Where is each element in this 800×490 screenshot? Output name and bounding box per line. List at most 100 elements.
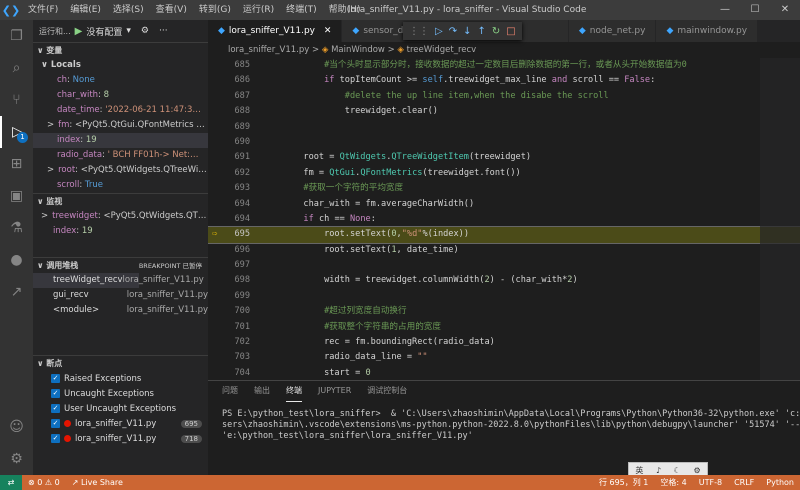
more-icon[interactable]: ··· [159,26,168,36]
breadcrumb-file[interactable]: lora_sniffer_V11.py [228,45,309,55]
locals-scope[interactable]: ∨ Locals [33,58,208,73]
ime-button[interactable]: 英 [635,465,643,476]
checkbox-icon[interactable]: ✓ [51,434,60,443]
code-line[interactable]: 700 #超过列宽度自动换行 [208,304,800,319]
menu-item[interactable]: 文件(F) [22,0,64,20]
code-line[interactable]: 688 treewidget.clear() [208,104,800,119]
eol[interactable]: CRLF [728,475,760,490]
callstack-frame[interactable]: <module> lora_sniffer_V11.py [33,303,208,318]
code-line[interactable]: 689 [208,120,800,135]
code-line[interactable]: 696 root.setText(1, date_time) [208,243,800,258]
code-line[interactable]: 687 #delete the up line item,when the di… [208,89,800,104]
gear-icon[interactable]: ⚙ [141,26,149,36]
variables-section-header[interactable]: ∨ 变量 [33,42,208,58]
step-over-icon[interactable]: ↷ [449,26,457,37]
minimap[interactable] [760,58,800,380]
extensions-icon[interactable]: ⊞ [0,148,33,180]
breakpoint-item[interactable]: ✓ Uncaught Exceptions [33,386,208,401]
code-line[interactable]: 702 rec = fm.boundingRect(radio_data) [208,335,800,350]
editor-tab[interactable]: ◆ mainwindow.py [656,20,759,42]
breadcrumb-method[interactable]: treeWidget_recv [407,45,477,55]
menu-item[interactable]: 编辑(E) [64,0,107,20]
menu-item[interactable]: 终端(T) [280,0,323,20]
watch-section-header[interactable]: ∨ 监视 [33,193,208,209]
continue-icon[interactable]: ▷ [435,26,443,37]
encoding[interactable]: UTF-8 [693,475,728,490]
watch-row[interactable]: > treewidget: <PyQt5.QtWidgets.QT… [33,209,208,224]
search-icon[interactable]: ⌕ [0,52,33,84]
restart-icon[interactable]: ↻ [492,26,500,37]
code-line[interactable]: ⇨ 695 root.setText(0,"%d"%(index)) [208,226,800,244]
maximize-button[interactable]: ☐ [740,0,770,20]
callstack-section-header[interactable]: ∨ 调用堆栈 BREAKPOINT 已暂停 [33,257,208,273]
minimize-button[interactable]: — [710,0,740,20]
ime-button[interactable]: ☾ [674,466,681,475]
expand-chevron-icon[interactable]: > [47,120,54,130]
ime-button[interactable]: ♪ [656,466,661,475]
code-line[interactable]: 686 if topItemCount >= self.treewidget_m… [208,73,800,88]
code-line[interactable]: 698 width = treewidget.columnWidth(2) - … [208,273,800,288]
code-line[interactable]: 692 fm = QtGui.QFontMetrics(treewidget.f… [208,166,800,181]
code-line[interactable]: 694 char_with = fm.averageCharWidth() [208,197,800,212]
expand-chevron-icon[interactable]: > [41,211,48,221]
live-share-icon[interactable]: ↗ [0,276,33,308]
callstack-frame[interactable]: treeWidget_recv lora_sniffer_V11.py [33,273,204,288]
breakpoint-item[interactable]: ✓ lora_sniffer_V11.py 718 [33,431,208,446]
cursor-position[interactable]: 行 695，列 1 [593,475,654,490]
chevron-down-icon[interactable]: ▾ [126,26,131,36]
editor-tab[interactable]: ◆ lora_sniffer_V11.py ✕ [208,20,343,42]
code-line[interactable]: 693 #获取一个字符的平均宽度 [208,181,800,196]
breadcrumb-class[interactable]: MainWindow [331,45,385,55]
panel-tab[interactable]: 输出 [254,381,270,401]
stop-icon[interactable]: □ [506,26,515,37]
code-line[interactable]: 691 root = QtWidgets.QTreeWidgetItem(tre… [208,150,800,165]
variable-row[interactable]: index: 19 [33,133,208,148]
indentation[interactable]: 空格: 4 [654,475,692,490]
step-into-icon[interactable]: ↓ [463,26,471,37]
debug-config-select[interactable]: 没有配置 [86,25,122,38]
problems-count[interactable]: ⊗ 0 ⚠ 0 [22,475,66,490]
code-line[interactable]: 701 #获取整个字符串的占用的宽度 [208,320,800,335]
close-tab-icon[interactable]: ✕ [321,26,332,36]
expand-chevron-icon[interactable]: > [47,165,54,175]
ime-button[interactable]: ⚙ [693,466,700,475]
close-button[interactable]: ✕ [770,0,800,20]
code-line[interactable]: 703 radio_data_line = "" [208,350,800,365]
code-line[interactable]: 685 #当个头时显示部分时，接收数据的超过一定数目后删除数据的第一行，或者从头… [208,58,800,73]
checkbox-icon[interactable]: ✓ [51,389,60,398]
language-mode[interactable]: Python [760,475,800,490]
run-debug-icon[interactable]: ▷ 1 [0,116,33,148]
terminal-output[interactable]: PS E:\python_test\lora_sniffer> & 'C:\Us… [208,401,800,442]
breakpoint-item[interactable]: ✓ Raised Exceptions [33,371,208,386]
variable-row[interactable]: char_with: 8 [33,88,208,103]
panel-tab[interactable]: 调试控制台 [367,381,407,401]
source-control-icon[interactable]: ⑂ [0,84,33,116]
menu-item[interactable]: 查看(V) [150,0,193,20]
variable-row[interactable]: > fm: <PyQt5.QtGui.QFontMetrics … [33,118,208,133]
code-line[interactable]: 704 start = 0 [208,366,800,380]
variable-row[interactable]: scroll: True [33,178,208,193]
panel-tab[interactable]: JUPYTER [318,381,351,401]
menu-item[interactable]: 运行(R) [237,0,280,20]
testing-icon[interactable]: ⚗ [0,212,33,244]
step-out-icon[interactable]: ↑ [477,26,485,37]
variable-row[interactable]: ch: None [33,73,208,88]
variable-row[interactable]: date_time: '2022-06-21 11:47:3… [33,103,208,118]
breakpoint-item[interactable]: ✓ User Uncaught Exceptions [33,401,208,416]
breakpoint-item[interactable]: ✓ lora_sniffer_V11.py 695 [33,416,208,431]
account-icon[interactable]: ☺ [0,411,33,443]
code-line[interactable]: 694 if ch == None: [208,212,800,227]
code-line[interactable]: 697 [208,258,800,273]
editor-tab[interactable]: ◆ node_net.py [568,20,657,42]
github-icon[interactable]: ● [0,244,33,276]
checkbox-icon[interactable]: ✓ [51,374,60,383]
checkbox-icon[interactable]: ✓ [51,404,60,413]
code-editor[interactable]: 685 #当个头时显示部分时，接收数据的超过一定数目后删除数据的第一行，或者从头… [208,58,800,380]
menu-item[interactable]: 转到(G) [193,0,237,20]
settings-gear-icon[interactable]: ⚙ [0,443,33,475]
start-debugging-icon[interactable]: ▶ [75,26,83,37]
live-share-button[interactable]: ↗ Live Share [66,475,129,490]
variable-row[interactable]: radio_data: ' BCH FF01h-> Net:… [33,148,208,163]
panel-tab[interactable]: 问题 [222,381,238,401]
checkbox-icon[interactable]: ✓ [51,419,60,428]
